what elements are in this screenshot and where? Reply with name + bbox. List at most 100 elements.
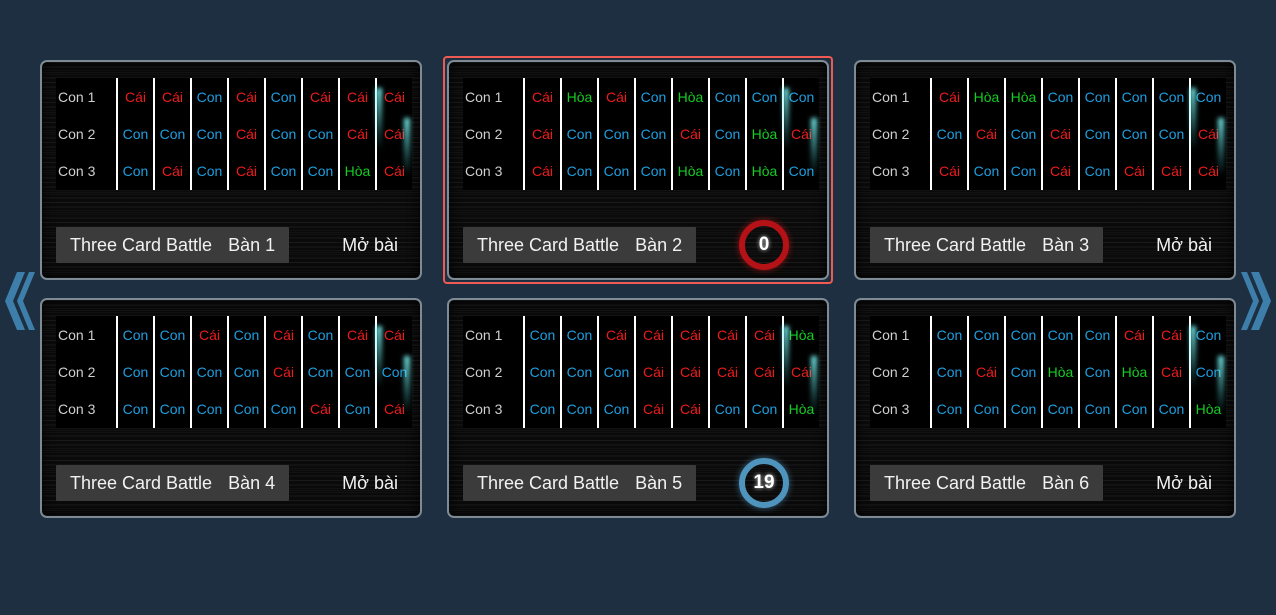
row-label: Con 2	[58, 363, 96, 380]
row-label: Con 1	[872, 88, 910, 105]
row-label-column: Con 1 Con 2 Con 3	[870, 78, 930, 190]
table-panel-body: Con 1 Con 2 Con 3 Cái Con Cái Hòa Cái Con Hòa Con C…	[854, 60, 1236, 280]
table-title-box[interactable]: Three Card Battle Bàn 4	[56, 465, 290, 501]
table-title-box[interactable]: Three Card Battle Bàn 1	[56, 227, 290, 263]
result-cell: Hòa	[1121, 363, 1148, 380]
table-panel[interactable]: Con 1 Con 2 Con 3 Con Con Con Con Con Con Cái Con C…	[36, 294, 426, 522]
results-column: Con Con Con	[153, 316, 190, 428]
result-cell: Con	[566, 125, 593, 142]
result-cell: Con	[973, 163, 1000, 180]
row-label: Con 1	[465, 88, 503, 105]
result-cell: Con	[936, 125, 963, 142]
row-label-column: Con 1 Con 2 Con 3	[463, 78, 523, 190]
table-panel-body: Con 1 Con 2 Con 3 Con Con Con Con Cái Con Con Con C…	[854, 298, 1236, 518]
row-label-column: Con 1 Con 2 Con 3	[463, 316, 523, 428]
result-cell: Con	[159, 401, 186, 418]
row-label: Con 1	[465, 326, 503, 343]
result-cell: Cái	[346, 326, 368, 343]
result-cell: Cái	[1049, 125, 1071, 142]
result-cell: Cái	[346, 125, 368, 142]
next-page-button[interactable]	[1240, 262, 1276, 340]
results-board: Con 1 Con 2 Con 3 Con Con Con Con Cái Con Con Con C…	[870, 316, 1226, 428]
status-label: Mở bài	[342, 234, 398, 255]
prev-page-button[interactable]	[0, 262, 36, 340]
results-column: Cái Cái Cái	[375, 78, 412, 190]
result-cell: Con	[196, 363, 223, 380]
result-cell: Con	[529, 363, 556, 380]
table-panel[interactable]: Con 1 Con 2 Con 3 Cái Con Con Cái Con Cái Con Con C…	[36, 56, 426, 284]
result-cell: Con	[714, 163, 741, 180]
result-cell: Cái	[679, 363, 701, 380]
result-cell: Con	[196, 88, 223, 105]
table-title-box[interactable]: Three Card Battle Bàn 5	[463, 465, 697, 501]
result-cell: Con	[1121, 88, 1148, 105]
results-column: Con Cái Con	[782, 78, 819, 190]
results-column: Cái Hòa Con	[1115, 316, 1152, 428]
result-cell: Cái	[790, 363, 812, 380]
result-cell: Con	[122, 326, 149, 343]
result-cell: Con	[196, 125, 223, 142]
result-cell: Cái	[383, 326, 405, 343]
row-label: Con 2	[872, 125, 910, 142]
result-cell: Cái	[235, 88, 257, 105]
result-cell: Cái	[272, 363, 294, 380]
results-column: Cái Con Con	[338, 316, 375, 428]
results-column: Cái Con Cái	[153, 78, 190, 190]
row-label: Con 2	[58, 125, 96, 142]
result-cell: Con	[566, 326, 593, 343]
result-cell: Cái	[531, 88, 553, 105]
results-column: Con Con Con	[708, 78, 745, 190]
result-cell: Con	[788, 163, 815, 180]
table-panel[interactable]: Con 1 Con 2 Con 3 Con Con Con Con Cái Con Con Con C…	[850, 294, 1240, 522]
result-cell: Cái	[753, 363, 775, 380]
table-name: Bàn 1	[228, 234, 276, 255]
result-cell: Con	[1047, 401, 1074, 418]
results-column: Hòa Con Con	[1004, 78, 1041, 190]
table-panel[interactable]: Con 1 Con 2 Con 3 Cái Con Cái Hòa Cái Con Hòa Con C…	[850, 56, 1240, 284]
row-label: Con 1	[872, 326, 910, 343]
table-footer: Three Card Battle Bàn 4 Mở bài	[56, 464, 410, 502]
table-panel[interactable]: Con 1 Con 2 Con 3 Cái Cái Cái Hòa Con Con Cái Con C…	[443, 56, 833, 284]
results-column: Cái Cái Cái	[523, 78, 560, 190]
row-label: Con 3	[58, 163, 96, 180]
results-column: Cái Con Con	[301, 78, 338, 190]
result-cell: Cái	[309, 88, 331, 105]
table-panel[interactable]: Con 1 Con 2 Con 3 Con Con Con Con Con Con Cái Con C…	[443, 294, 833, 522]
result-cell: Cái	[716, 363, 738, 380]
result-cell: Con	[344, 363, 371, 380]
result-cell: Cái	[272, 326, 294, 343]
table-title-box[interactable]: Three Card Battle Bàn 2	[463, 227, 697, 263]
results-column: Con Con Con	[264, 78, 301, 190]
result-cell: Cái	[1049, 163, 1071, 180]
result-cell: Hòa	[677, 163, 704, 180]
table-footer: Three Card Battle Bàn 2 0	[463, 220, 817, 270]
table-title-box[interactable]: Three Card Battle Bàn 6	[870, 465, 1104, 501]
table-name: Bàn 2	[635, 234, 683, 255]
result-cell: Hòa	[788, 326, 815, 343]
result-cell: Cái	[679, 326, 701, 343]
result-cell: Con	[566, 163, 593, 180]
results-column: Con Con Con	[523, 316, 560, 428]
result-cell: Hòa	[677, 88, 704, 105]
table-title-box[interactable]: Three Card Battle Bàn 3	[870, 227, 1104, 263]
results-column: Cái Con Con	[116, 78, 153, 190]
result-cell: Hòa	[566, 88, 593, 105]
result-cell: Cái	[716, 326, 738, 343]
results-column: Con Hòa Hòa	[745, 78, 782, 190]
result-cell: Cái	[790, 125, 812, 142]
result-cell: Cái	[161, 88, 183, 105]
result-cell: Con	[714, 88, 741, 105]
results-column: Cái Con Cái	[375, 316, 412, 428]
result-cell: Cái	[383, 88, 405, 105]
table-panel-body: Con 1 Con 2 Con 3 Con Con Con Con Con Con Cái Con C…	[40, 298, 422, 518]
results-column: Con Con Con	[1078, 78, 1115, 190]
result-cell: Con	[307, 125, 334, 142]
result-cell: Con	[196, 163, 223, 180]
result-cell: Con	[1010, 326, 1037, 343]
row-label: Con 2	[465, 363, 503, 380]
table-footer: Three Card Battle Bàn 6 Mở bài	[870, 464, 1224, 502]
row-label: Con 1	[58, 326, 96, 343]
game-title: Three Card Battle	[884, 472, 1027, 493]
result-cell: Cái	[531, 125, 553, 142]
results-column: Cái Cái Con	[1152, 316, 1189, 428]
